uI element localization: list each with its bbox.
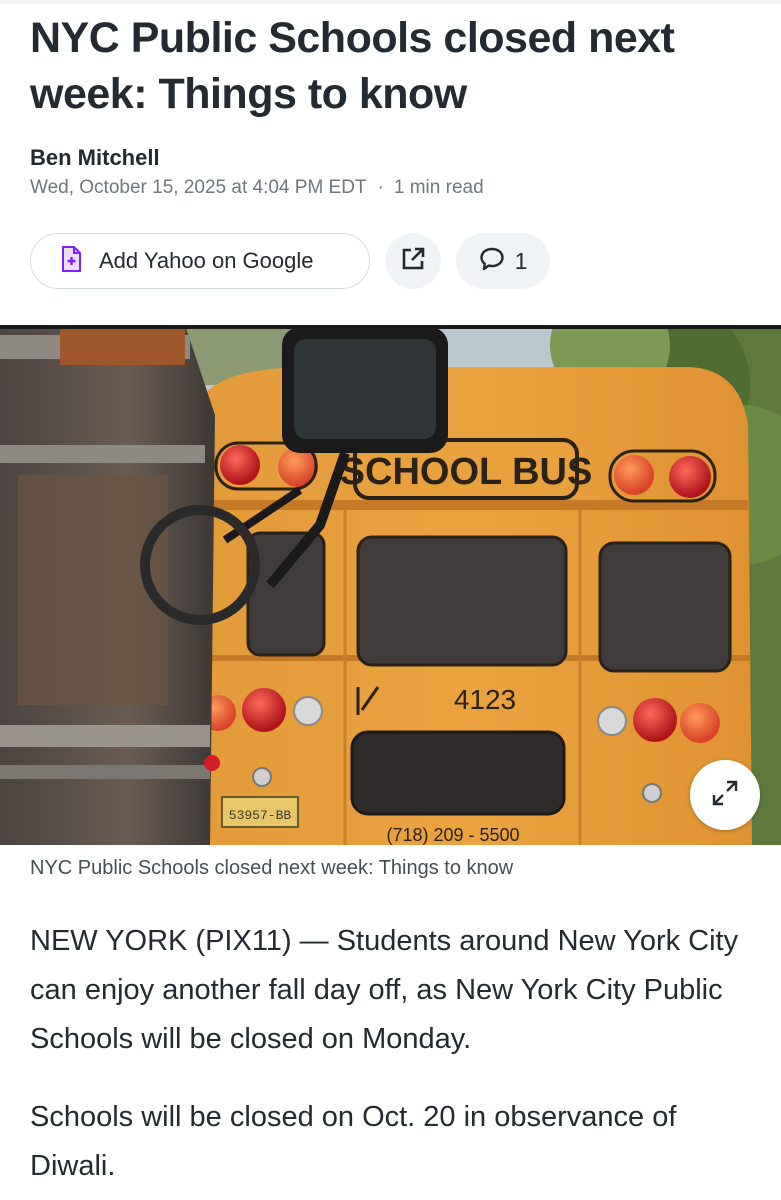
body-paragraph-2: Schools will be closed on Oct. 20 in obs… [30, 1101, 677, 1182]
comments-button[interactable]: 1 [456, 233, 550, 289]
read-time: 1 min read [393, 177, 484, 198]
expand-icon [710, 778, 740, 813]
comments-count: 1 [514, 247, 528, 274]
license-plate-text: 53957-BB [229, 808, 292, 823]
share-external-icon [400, 246, 426, 277]
add-yahoo-on-google-button[interactable]: Add Yahoo on Google [30, 233, 370, 289]
article-actions: Add Yahoo on Google 1 [30, 233, 550, 289]
article-meta: Wed, October 15, 2025 at 4:04 PM EDT · 1… [30, 177, 484, 199]
bus-sign-text: SCHOOL BUS [340, 451, 593, 493]
publish-date: Wed, October 15, 2025 at 4:04 PM EDT [30, 177, 367, 198]
author-name[interactable]: Ben Mitchell [30, 145, 160, 171]
meta-separator: · [377, 177, 384, 198]
comment-bubble-icon [479, 246, 505, 277]
share-button[interactable] [385, 233, 441, 289]
add-to-google-icon [61, 245, 81, 277]
school-bus-photo: SCHOOL BUS 4123 53957-BB (718) 209 - 550… [0, 325, 781, 845]
add-yahoo-label: Add Yahoo on Google [99, 248, 314, 273]
hero-image[interactable]: SCHOOL BUS 4123 53957-BB (718) 209 - 550… [0, 325, 781, 845]
hero-top-border [0, 325, 781, 329]
image-caption: NYC Public Schools closed next week: Thi… [30, 857, 514, 879]
article-page: NYC Public Schools closed next week: Thi… [0, 0, 781, 1200]
bus-phone-text: (718) 209 - 5500 [386, 825, 519, 845]
article-headline: NYC Public Schools closed next week: Thi… [30, 14, 675, 118]
expand-image-button[interactable] [690, 760, 760, 830]
body-paragraph-1: NEW YORK (PIX11) — Students around New Y… [30, 925, 739, 1055]
bus-number-text: 4123 [454, 684, 516, 715]
top-divider [0, 0, 781, 4]
